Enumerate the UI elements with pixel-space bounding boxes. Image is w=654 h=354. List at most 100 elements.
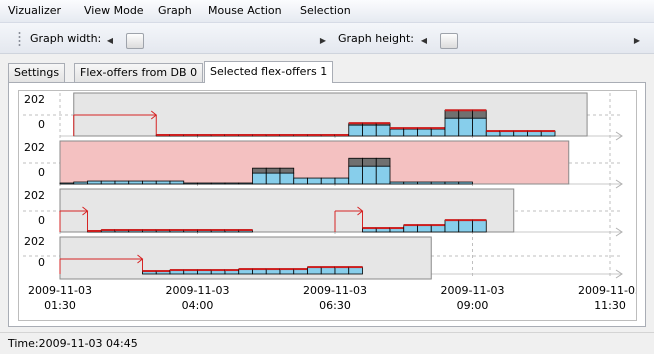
energy-slice xyxy=(155,180,171,185)
tab-content-panel: 202 0 202 0 202 0 202 0 2009-11-03 01:30 2009-11-0… xyxy=(8,82,646,327)
energy-slice xyxy=(100,180,116,185)
status-bar: Time:2009-11-03 04:45 xyxy=(0,332,654,354)
energy-slice xyxy=(362,165,377,185)
energy-slice xyxy=(197,182,212,185)
energy-slice xyxy=(362,124,377,137)
energy-slice xyxy=(142,180,157,185)
scroll-right-arrow-icon[interactable]: ▶ xyxy=(316,33,330,48)
energy-slice xyxy=(472,117,487,137)
energy-slice xyxy=(114,180,130,185)
energy-slice xyxy=(348,165,363,185)
y-tick-label: 202 xyxy=(24,141,45,154)
menu-vizualizer[interactable]: Vizualizer xyxy=(8,4,61,17)
graph-height-slider[interactable]: ◀ ▶ xyxy=(417,33,644,49)
energy-slice xyxy=(210,182,226,185)
unused-energy-slice xyxy=(375,157,391,167)
x-tick-label: 2009-11-03 xyxy=(441,284,505,297)
graph-width-thumb[interactable] xyxy=(126,33,145,49)
energy-slice xyxy=(417,181,432,185)
energy-slice xyxy=(430,128,446,137)
energy-slice xyxy=(73,181,88,185)
energy-slice xyxy=(458,117,473,137)
energy-slice xyxy=(279,172,295,185)
energy-slice xyxy=(320,266,336,275)
graph-height-thumb[interactable] xyxy=(440,33,459,49)
energy-slice xyxy=(128,180,143,185)
energy-slice xyxy=(375,124,391,137)
flex-offer-chart[interactable]: 202 0 202 0 202 0 202 0 2009-11-03 01:30 2009-11-0… xyxy=(18,90,642,321)
graph-height-label: Graph height: xyxy=(338,32,415,45)
toolbar-grip-icon[interactable] xyxy=(18,31,21,47)
x-tick-label: 2009-11-03 xyxy=(303,284,367,297)
x-tick-label: 2009-11-03 xyxy=(578,284,636,297)
tab-settings[interactable]: Settings xyxy=(8,63,66,82)
energy-slice xyxy=(444,181,460,185)
unused-energy-slice xyxy=(472,109,487,119)
graph-width-slider[interactable]: ◀ ▶ xyxy=(103,33,330,49)
menu-selection[interactable]: Selection xyxy=(300,4,351,17)
energy-slice xyxy=(252,172,267,185)
y-tick-label: 202 xyxy=(24,93,45,106)
energy-slice xyxy=(334,177,350,185)
energy-slice xyxy=(417,224,432,233)
energy-slice xyxy=(430,181,446,185)
menu-graph[interactable]: Graph xyxy=(158,4,192,17)
tab-selected-flex-offers[interactable]: Selected flex-offers 1 xyxy=(204,61,334,83)
energy-slice xyxy=(375,165,391,185)
energy-slice xyxy=(389,181,405,185)
scroll-left-arrow-icon[interactable]: ◀ xyxy=(417,33,431,48)
energy-slice xyxy=(320,177,336,185)
energy-slice xyxy=(444,219,460,233)
energy-slice xyxy=(403,181,418,185)
energy-slice xyxy=(334,266,350,275)
toolbar: Graph width: ◀ ▶ Graph height: ◀ ▶ xyxy=(0,23,654,54)
menu-view-mode[interactable]: View Mode xyxy=(84,4,144,17)
x-tick-label: 11:30 xyxy=(594,299,626,312)
y-tick-label: 202 xyxy=(24,189,45,202)
energy-slice xyxy=(59,182,75,185)
tab-flex-offers-db[interactable]: Flex-offers from DB 0 xyxy=(74,63,204,82)
energy-slice xyxy=(238,182,253,185)
unused-energy-slice xyxy=(279,167,295,174)
y-tick-label: 0 xyxy=(38,214,45,227)
unused-energy-slice xyxy=(444,109,460,119)
menu-mouse-action[interactable]: Mouse Action xyxy=(208,4,282,17)
y-tick-label: 0 xyxy=(38,166,45,179)
x-tick-label: 2009-11-03 xyxy=(28,284,92,297)
graph-width-label: Graph width: xyxy=(30,32,102,45)
x-tick-label: 04:00 xyxy=(182,299,214,312)
energy-slice xyxy=(293,177,308,185)
selected-flex-offer-box xyxy=(59,140,570,185)
y-tick-label: 0 xyxy=(38,118,45,131)
energy-slice xyxy=(307,177,322,185)
energy-slice xyxy=(87,180,102,185)
energy-slice xyxy=(265,172,281,185)
x-tick-label: 09:00 xyxy=(457,299,489,312)
x-tick-label: 01:30 xyxy=(44,299,76,312)
energy-slice xyxy=(307,266,322,275)
energy-slice xyxy=(183,182,198,185)
unused-energy-slice xyxy=(252,167,267,174)
y-tick-label: 0 xyxy=(38,256,45,269)
energy-slice xyxy=(389,128,405,137)
energy-slice xyxy=(417,128,432,137)
scroll-left-arrow-icon[interactable]: ◀ xyxy=(103,33,117,48)
energy-slice xyxy=(169,180,185,185)
unused-energy-slice xyxy=(458,109,473,119)
energy-slice xyxy=(458,219,473,233)
energy-slice xyxy=(444,117,460,137)
flex-offer-chart-svg: 202 0 202 0 202 0 202 0 2009-11-03 01:30 2009-11-0… xyxy=(23,92,642,312)
scroll-right-arrow-icon[interactable]: ▶ xyxy=(630,33,644,48)
unused-energy-slice xyxy=(362,157,377,167)
menu-bar: Vizualizer View Mode Graph Mouse Action … xyxy=(0,0,654,23)
energy-slice xyxy=(403,128,418,137)
energy-slice xyxy=(224,182,240,185)
status-time: Time:2009-11-03 04:45 xyxy=(8,337,138,350)
energy-slice xyxy=(458,181,473,185)
energy-slice xyxy=(430,224,446,233)
energy-slice xyxy=(348,266,363,275)
x-tick-label: 06:30 xyxy=(319,299,351,312)
energy-slice xyxy=(348,124,363,137)
unused-energy-slice xyxy=(265,167,281,174)
x-tick-label: 2009-11-03 xyxy=(166,284,230,297)
